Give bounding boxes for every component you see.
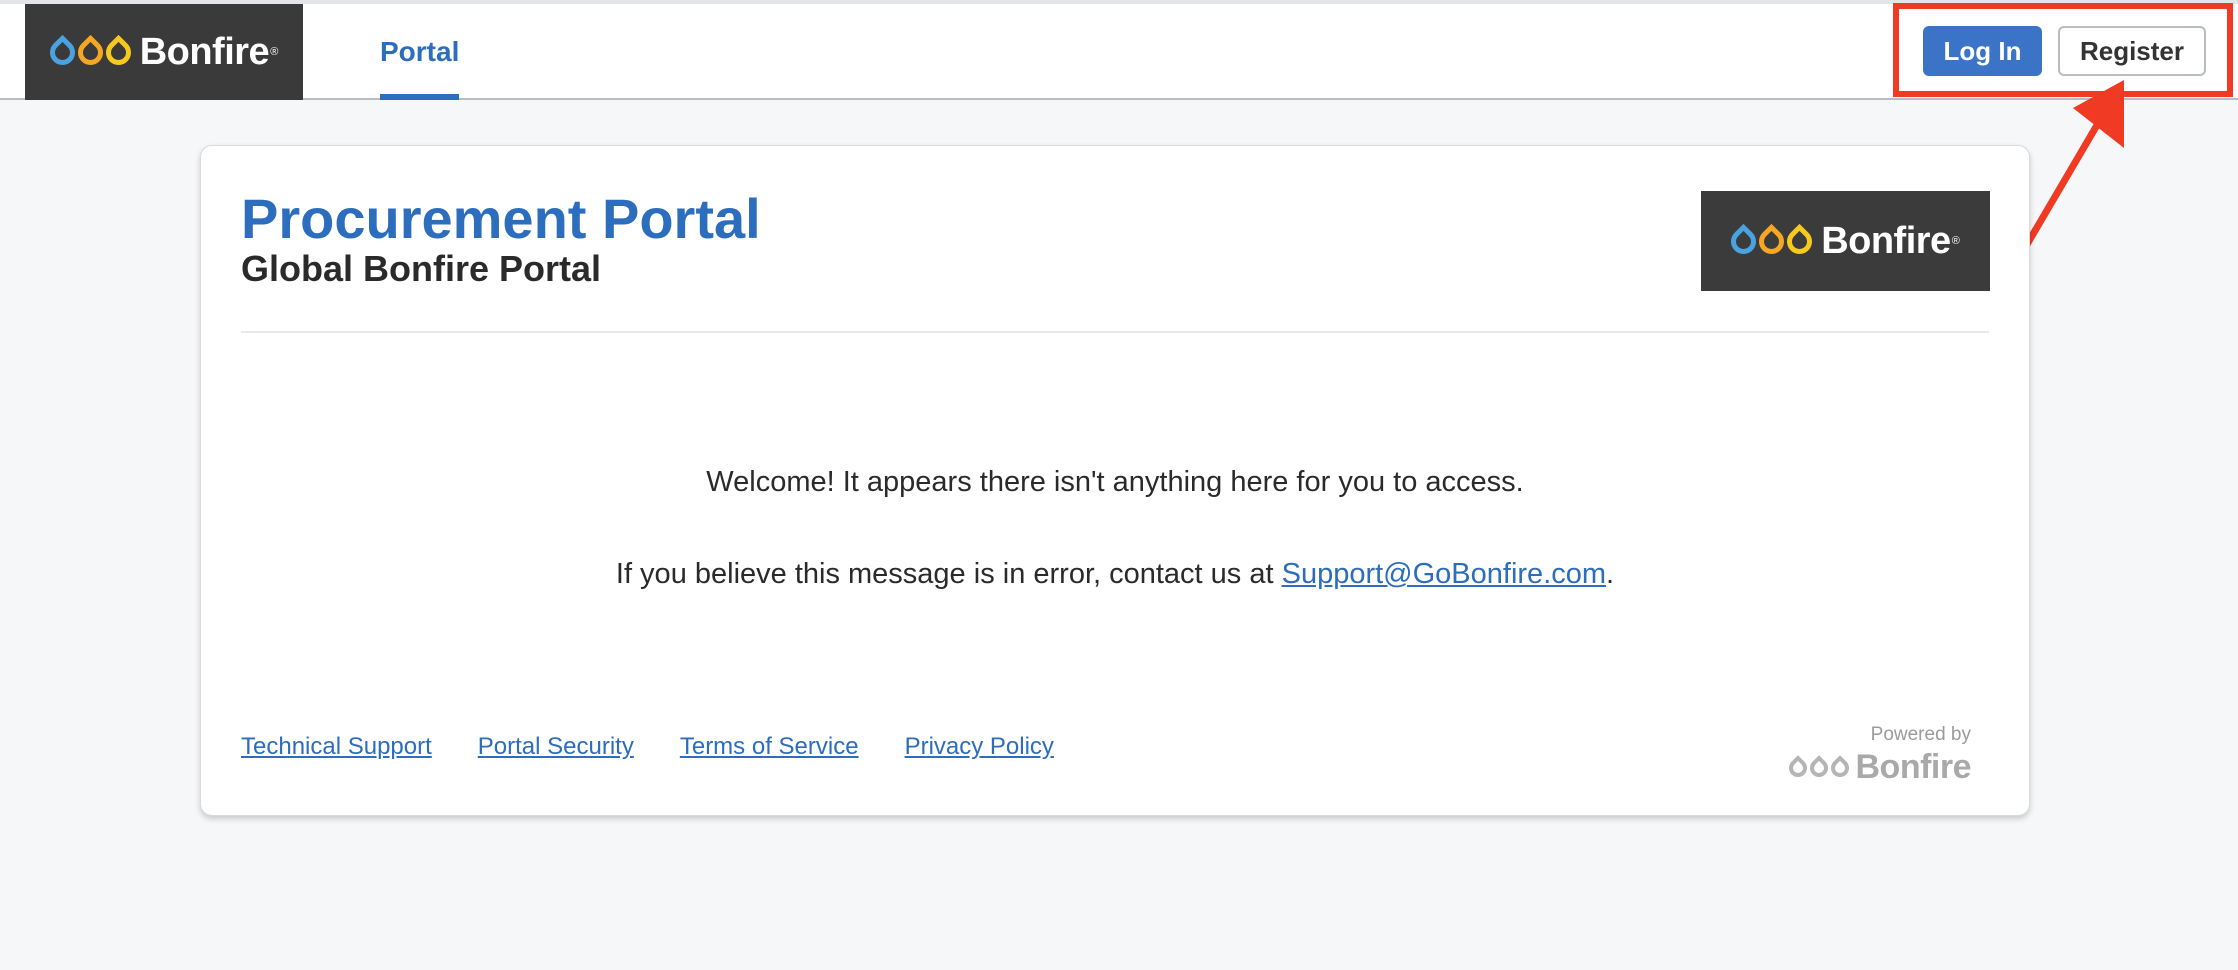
portal-security-link[interactable]: Portal Security <box>478 733 634 761</box>
login-button[interactable]: Log In <box>1923 26 2042 76</box>
divider <box>241 331 1989 333</box>
support-email-link[interactable]: Support@GoBonfire.com <box>1282 558 1606 590</box>
portal-logo: Bonfire ® <box>1701 191 1990 291</box>
flame-drops-icon <box>1726 223 1818 259</box>
error-message-text: If you believe this message is in error,… <box>615 558 1282 590</box>
technical-support-link[interactable]: Technical Support <box>241 733 432 761</box>
terms-of-service-link[interactable]: Terms of Service <box>680 733 859 761</box>
welcome-message: Welcome! It appears there isn't anything… <box>706 466 1524 498</box>
powered-by-bonfire[interactable]: Powered by Bonfire <box>1784 724 1972 787</box>
drop-icon <box>1826 754 1853 781</box>
flame-drops-icon <box>44 34 136 70</box>
error-message-period: . <box>1606 558 1615 590</box>
register-button[interactable]: Register <box>2058 26 2206 76</box>
portal-logo-text: Bonfire <box>1821 219 1951 262</box>
registered-mark: ® <box>1951 235 1960 247</box>
footer-links: Technical Support Portal Security Terms … <box>241 733 1100 761</box>
powered-by-label: Powered by <box>1870 724 1971 745</box>
error-message: If you believe this message is in error,… <box>201 558 2029 591</box>
brand-logo[interactable]: Bonfire ® <box>25 4 303 100</box>
page-title: Procurement Portal <box>241 187 761 250</box>
powered-brand: Bonfire <box>1855 748 1972 786</box>
drop-icon <box>1805 754 1832 781</box>
page-subtitle: Global Bonfire Portal <box>241 248 602 289</box>
nav-tab-portal[interactable]: Portal <box>380 4 460 100</box>
portal-card: Procurement Portal Global Bonfire Portal… <box>200 145 2030 816</box>
drop-icon <box>1784 754 1811 781</box>
registered-mark: ® <box>270 46 279 58</box>
privacy-policy-link[interactable]: Privacy Policy <box>905 733 1054 761</box>
brand-name: Bonfire <box>139 30 270 73</box>
